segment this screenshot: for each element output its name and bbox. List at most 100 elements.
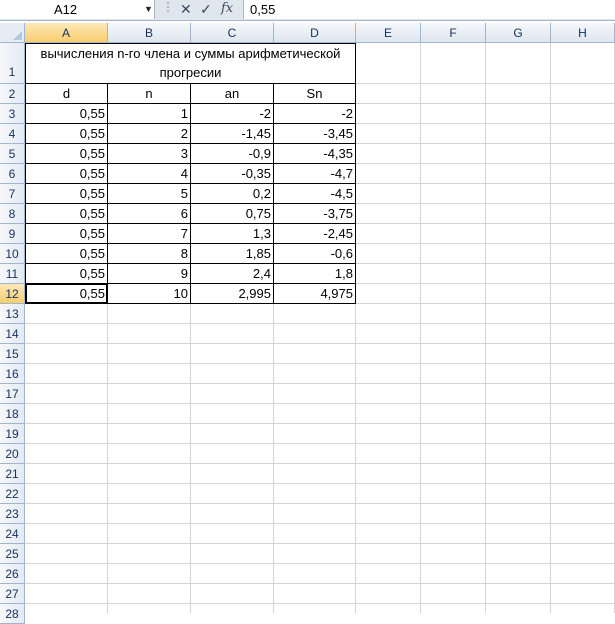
table-cell[interactable]: 0,55 bbox=[25, 144, 108, 164]
table-cell[interactable]: 2 bbox=[108, 124, 191, 144]
formula-value: 0,55 bbox=[250, 2, 276, 17]
row-header-10[interactable]: 10 bbox=[0, 244, 25, 264]
table-cell[interactable]: -4,5 bbox=[274, 184, 356, 204]
table-cell[interactable]: -3,75 bbox=[274, 204, 356, 224]
table-cell[interactable]: 0,55 bbox=[25, 184, 108, 204]
row-header-21[interactable]: 21 bbox=[0, 464, 25, 484]
table-cell[interactable]: -4,7 bbox=[274, 164, 356, 184]
column-header-h[interactable]: H bbox=[551, 23, 615, 43]
table-cell[interactable]: 3 bbox=[108, 144, 191, 164]
row-header-12[interactable]: 12 bbox=[0, 284, 25, 304]
table-cell[interactable]: 0,55 bbox=[25, 204, 108, 224]
chevron-down-icon[interactable]: ▼ bbox=[144, 4, 153, 14]
table-cell[interactable]: 0,55 bbox=[25, 124, 108, 144]
row-header-26[interactable]: 26 bbox=[0, 564, 25, 584]
title-cell[interactable]: вычисления n-го члена и суммы арифметиче… bbox=[25, 43, 356, 84]
row-header-28[interactable]: 28 bbox=[0, 604, 25, 624]
table-cell[interactable]: 4 bbox=[108, 164, 191, 184]
row-header-27[interactable]: 27 bbox=[0, 584, 25, 604]
table-cell[interactable]: 0,75 bbox=[191, 204, 274, 224]
formula-input[interactable]: 0,55 bbox=[243, 0, 615, 19]
header-cell-d[interactable]: d bbox=[25, 84, 108, 104]
row-header-9[interactable]: 9 bbox=[0, 224, 25, 244]
table-cell[interactable]: -2 bbox=[191, 104, 274, 124]
table-cell[interactable]: 10 bbox=[108, 284, 191, 304]
table-cell[interactable]: -0,35 bbox=[191, 164, 274, 184]
resize-handle-icon[interactable]: ⋮ bbox=[162, 0, 174, 14]
gridline-horizontal bbox=[25, 543, 615, 544]
table-cell[interactable]: 1 bbox=[108, 104, 191, 124]
table-cell[interactable]: 5 bbox=[108, 184, 191, 204]
row-header-20[interactable]: 20 bbox=[0, 444, 25, 464]
table-cell[interactable]: -0,6 bbox=[274, 244, 356, 264]
header-cell-n[interactable]: n bbox=[108, 84, 191, 104]
gridline-horizontal bbox=[25, 363, 615, 364]
column-header-a[interactable]: A bbox=[25, 23, 108, 43]
table-cell[interactable]: 2,4 bbox=[191, 264, 274, 284]
table-cell[interactable]: 1,8 bbox=[274, 264, 356, 284]
gridline-horizontal bbox=[25, 563, 615, 564]
select-all-corner[interactable] bbox=[0, 23, 25, 43]
row-header-5[interactable]: 5 bbox=[0, 144, 25, 164]
gridline-vertical bbox=[485, 43, 486, 613]
row-header-17[interactable]: 17 bbox=[0, 384, 25, 404]
row-header-18[interactable]: 18 bbox=[0, 404, 25, 424]
column-header-d[interactable]: D bbox=[274, 23, 356, 43]
column-header-g[interactable]: G bbox=[486, 23, 551, 43]
row-header-4[interactable]: 4 bbox=[0, 124, 25, 144]
name-box[interactable]: A12 ▼ bbox=[0, 0, 155, 19]
column-header-f[interactable]: F bbox=[421, 23, 486, 43]
row-header-8[interactable]: 8 bbox=[0, 204, 25, 224]
table-cell[interactable]: 0,55 bbox=[25, 264, 108, 284]
table-cell[interactable]: -1,45 bbox=[191, 124, 274, 144]
table-cell[interactable]: -2 bbox=[274, 104, 356, 124]
column-header-b[interactable]: B bbox=[108, 23, 191, 43]
table-cell[interactable]: -3,45 bbox=[274, 124, 356, 144]
table-cell[interactable]: 0,55 bbox=[25, 244, 108, 264]
row-header-25[interactable]: 25 bbox=[0, 544, 25, 564]
header-cell-an[interactable]: an bbox=[191, 84, 274, 104]
table-cell[interactable]: -2,45 bbox=[274, 224, 356, 244]
row-header-19[interactable]: 19 bbox=[0, 424, 25, 444]
table-cell[interactable]: 0,55 bbox=[25, 104, 108, 124]
gridline-horizontal bbox=[25, 583, 615, 584]
table-cell[interactable]: 0,55 bbox=[25, 284, 108, 304]
table-cell[interactable]: 0,2 bbox=[191, 184, 274, 204]
table-cell[interactable]: 0,55 bbox=[25, 224, 108, 244]
row-header-15[interactable]: 15 bbox=[0, 344, 25, 364]
column-header-e[interactable]: E bbox=[356, 23, 421, 43]
row-header-24[interactable]: 24 bbox=[0, 524, 25, 544]
table-cell[interactable]: -4,35 bbox=[274, 144, 356, 164]
table-cell[interactable]: 1,85 bbox=[191, 244, 274, 264]
row-header-7[interactable]: 7 bbox=[0, 184, 25, 204]
row-header-13[interactable]: 13 bbox=[0, 304, 25, 324]
select-all-icon bbox=[13, 31, 22, 40]
row-header-23[interactable]: 23 bbox=[0, 504, 25, 524]
gridline-horizontal bbox=[25, 603, 615, 604]
table-cell[interactable]: 2,995 bbox=[191, 284, 274, 304]
table-cell[interactable]: -0,9 bbox=[191, 144, 274, 164]
gridline-horizontal bbox=[25, 403, 615, 404]
check-icon[interactable]: ✓ bbox=[200, 1, 212, 18]
row-header-11[interactable]: 11 bbox=[0, 264, 25, 284]
table-cell[interactable]: 0,55 bbox=[25, 164, 108, 184]
row-header-14[interactable]: 14 bbox=[0, 324, 25, 344]
table-cell[interactable]: 8 bbox=[108, 244, 191, 264]
row-header-2[interactable]: 2 bbox=[0, 84, 25, 104]
gridline-vertical bbox=[420, 43, 421, 613]
table-cell[interactable]: 9 bbox=[108, 264, 191, 284]
table-cell[interactable]: 7 bbox=[108, 224, 191, 244]
column-header-c[interactable]: C bbox=[191, 23, 274, 43]
table-cell[interactable]: 1,3 bbox=[191, 224, 274, 244]
table-cell[interactable]: 6 bbox=[108, 204, 191, 224]
gridline-horizontal bbox=[25, 463, 615, 464]
row-header-22[interactable]: 22 bbox=[0, 484, 25, 504]
table-cell[interactable]: 4,975 bbox=[274, 284, 356, 304]
row-header-3[interactable]: 3 bbox=[0, 104, 25, 124]
header-cell-sn[interactable]: Sn bbox=[274, 84, 356, 104]
row-header-16[interactable]: 16 bbox=[0, 364, 25, 384]
cancel-icon[interactable]: ✕ bbox=[180, 1, 192, 18]
row-header-1[interactable]: 1 bbox=[0, 43, 25, 84]
row-header-6[interactable]: 6 bbox=[0, 164, 25, 184]
insert-function-icon[interactable]: fx bbox=[221, 1, 233, 16]
